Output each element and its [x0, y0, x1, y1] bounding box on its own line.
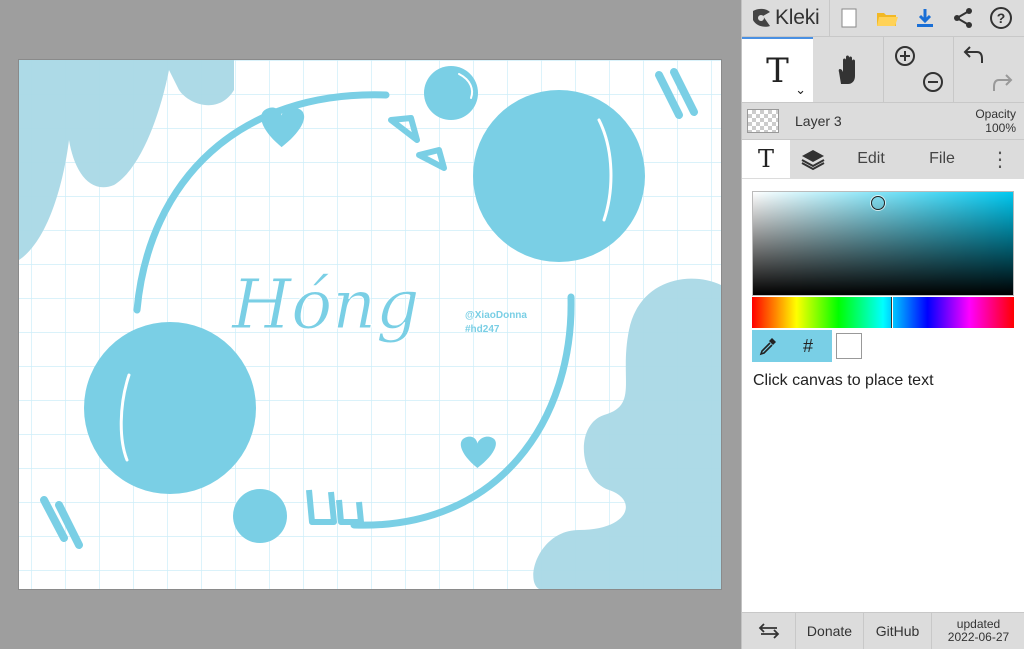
layer-row[interactable]: Layer 3 Opacity 100%: [742, 103, 1024, 140]
panel-tabs: T Edit File ⋮: [742, 140, 1024, 178]
text-tab-icon: T: [757, 145, 774, 173]
svg-text:?: ?: [997, 10, 1006, 26]
kleki-logo-icon: [753, 8, 770, 27]
hex-input-button[interactable]: #: [784, 330, 832, 362]
kleki-logo[interactable]: Kleki: [742, 0, 830, 37]
tab-layers[interactable]: [790, 140, 836, 178]
share-icon: [954, 8, 972, 28]
bottom-bar: Donate GitHub updated 2022-06-27: [742, 612, 1024, 649]
layers-icon: [801, 150, 825, 171]
bubble-large-bottom: [84, 322, 256, 494]
zoom-controls: [884, 37, 954, 102]
chevron-down-icon[interactable]: ⌄: [795, 82, 806, 98]
text-tool-panel: # Click canvas to place text: [742, 179, 1024, 612]
layer-thumbnail: [747, 109, 779, 133]
swap-arrows-icon: [758, 623, 779, 639]
secondary-color-swatch[interactable]: [836, 333, 862, 359]
saturation-value-picker[interactable]: [752, 191, 1014, 296]
zoom-out-icon[interactable]: [922, 71, 944, 93]
updated-date: 2022-06-27: [947, 630, 1010, 644]
eyedropper-button[interactable]: [752, 330, 784, 362]
zoom-in-icon[interactable]: [894, 45, 916, 67]
open-folder-icon: [877, 13, 898, 26]
undo-icon[interactable]: [962, 43, 986, 67]
download-button[interactable]: [906, 0, 944, 37]
github-link[interactable]: GitHub: [864, 613, 932, 649]
tool-row: T ⌄: [742, 37, 1024, 103]
drawing-canvas[interactable]: Hóng @XiaoDonna #hd247: [19, 60, 721, 589]
tab-edit[interactable]: Edit: [836, 140, 906, 178]
hue-slider[interactable]: [752, 297, 1014, 328]
history-controls: [954, 37, 1024, 102]
tab-text-settings[interactable]: T: [742, 140, 790, 178]
eyedropper-icon: [759, 338, 776, 356]
hue-slider-handle[interactable]: [891, 297, 893, 328]
app-name: Kleki: [775, 6, 820, 29]
swap-side-button[interactable]: [742, 613, 796, 649]
bubble-small-top: [424, 66, 478, 120]
tool-hint: Click canvas to place text: [753, 372, 934, 389]
download-icon: [917, 9, 933, 27]
top-toolbar: Kleki ?: [742, 0, 1024, 37]
hand-icon: [838, 55, 855, 84]
bubble-small-bottom: [233, 489, 287, 543]
more-menu-icon[interactable]: ⋮: [978, 140, 1022, 178]
opacity-value: 100%: [985, 121, 1016, 135]
hand-tool-button[interactable]: [813, 37, 884, 102]
art-tag-text: #hd247: [465, 324, 500, 335]
help-icon: ?: [990, 7, 1012, 29]
new-file-icon: [841, 8, 857, 28]
layer-name: Layer 3: [795, 113, 842, 129]
sidebar: Kleki ? T ⌄ Layer 3 Opacity 100% T Edit …: [741, 0, 1024, 649]
layer-opacity[interactable]: Opacity 100%: [975, 107, 1024, 135]
opacity-label: Opacity: [975, 107, 1016, 121]
color-tools-row: #: [752, 330, 862, 362]
color-picker-cursor[interactable]: [871, 196, 885, 210]
art-handle-text: @XiaoDonna: [465, 310, 527, 321]
artwork[interactable]: Hóng @XiaoDonna #hd247: [19, 60, 721, 589]
redo-icon[interactable]: [990, 71, 1014, 95]
updated-info[interactable]: updated 2022-06-27: [932, 613, 1024, 649]
text-tool-icon: T: [766, 50, 789, 91]
bubble-large-top: [473, 90, 645, 262]
new-file-button[interactable]: [830, 0, 868, 37]
help-button[interactable]: ?: [982, 0, 1020, 37]
share-button[interactable]: [944, 0, 982, 37]
open-file-button[interactable]: [868, 0, 906, 37]
tab-file[interactable]: File: [906, 140, 978, 178]
donate-button[interactable]: Donate: [796, 613, 864, 649]
text-tool-button[interactable]: T ⌄: [742, 37, 813, 102]
canvas-stage[interactable]: Hóng @XiaoDonna #hd247: [0, 0, 741, 649]
art-title-text: Hóng: [230, 266, 420, 345]
